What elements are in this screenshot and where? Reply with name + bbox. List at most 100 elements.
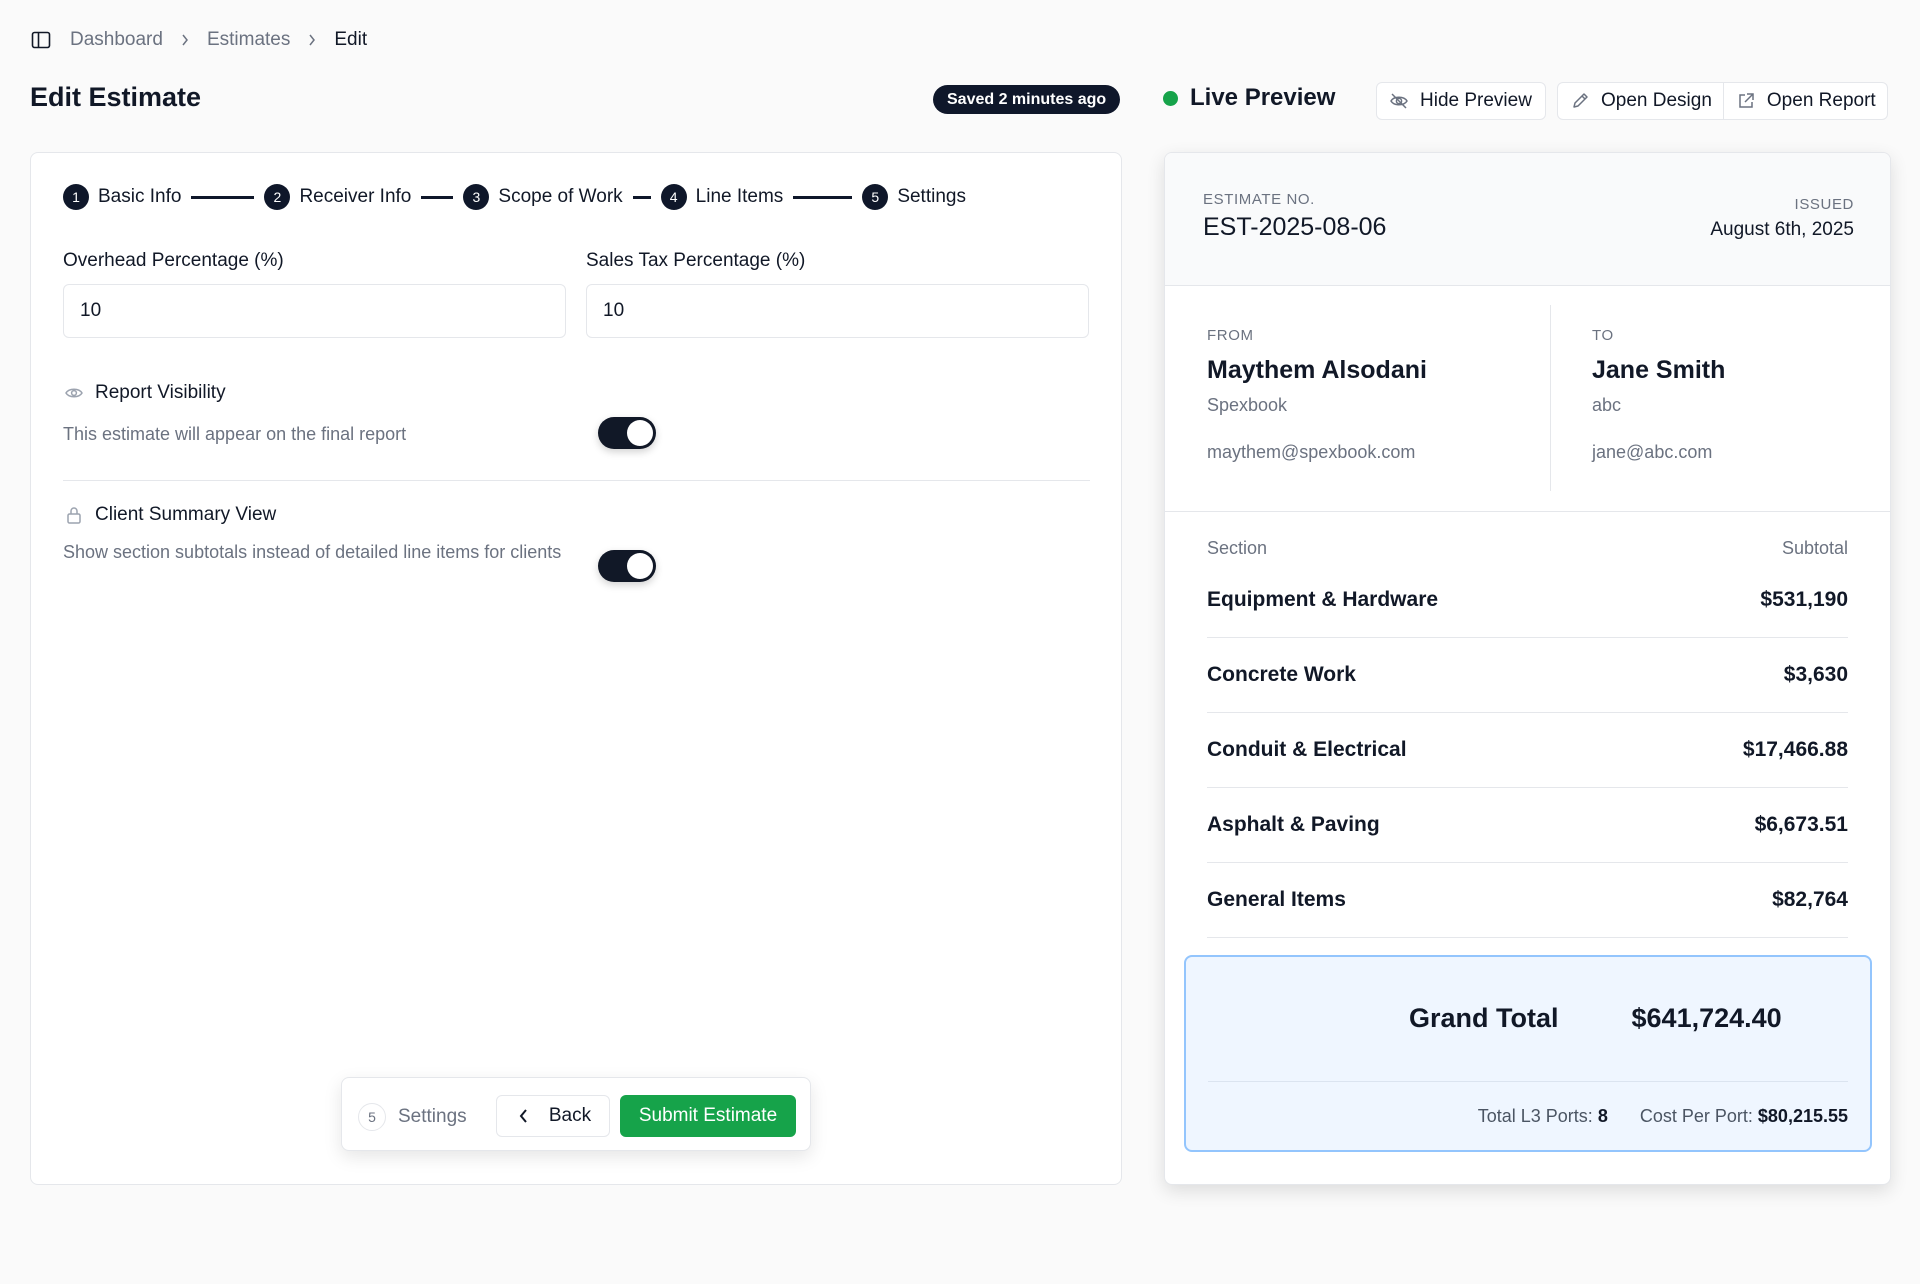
section-subtotal: $531,190 [1760, 588, 1848, 611]
estimate-form-card: 1 Basic Info 2 Receiver Info 3 Scope of … [30, 152, 1122, 1185]
step-number: 3 [463, 184, 490, 210]
table-row: Concrete Work $3,630 [1207, 638, 1848, 713]
to-label: TO [1592, 327, 1614, 344]
from-party: FROM Maythem Alsodani Spexbook maythem@s… [1207, 327, 1427, 463]
report-visibility-description: This estimate will appear on the final r… [63, 424, 407, 444]
section-name: General Items [1207, 888, 1346, 911]
section-name: Conduit & Electrical [1207, 738, 1407, 761]
toggle-knob [627, 553, 653, 579]
from-organization: Spexbook [1207, 395, 1288, 415]
eye-icon [63, 382, 85, 404]
step-settings[interactable]: 5 Settings [862, 184, 966, 210]
step-scope-of-work[interactable]: 3 Scope of Work [463, 184, 623, 210]
grand-total-meta: Total L3 Ports: 8 Cost Per Port: $80,215… [1478, 1106, 1848, 1127]
step-line-items[interactable]: 4 Line Items [660, 184, 784, 210]
cost-per-port-value: $80,215.55 [1757, 1106, 1848, 1126]
to-email: jane@abc.com [1592, 442, 1713, 462]
chevron-left-icon [515, 1107, 533, 1125]
current-step-indicator: 5 Settings [358, 1103, 467, 1131]
current-step-label: Settings [398, 1106, 467, 1127]
sidebar-toggle-icon[interactable] [30, 29, 52, 51]
open-design-button[interactable]: Open Design [1558, 83, 1723, 119]
from-email: maythem@spexbook.com [1207, 442, 1416, 462]
grand-total-divider [1208, 1081, 1848, 1082]
table-row: Asphalt & Paving $6,673.51 [1207, 788, 1848, 863]
back-button[interactable]: Back [496, 1095, 610, 1137]
top-bar: Dashboard Estimates Edit [0, 0, 1920, 80]
grand-total-label: Grand Total [1409, 1003, 1559, 1033]
step-connector [191, 195, 255, 199]
grand-total-line: Grand Total $641,724.40 [1409, 1003, 1782, 1034]
subtotal-column-header: Subtotal [1781, 538, 1848, 558]
step-number: 1 [63, 184, 89, 210]
preview-actions-group: Open Design Open Report [1557, 82, 1888, 120]
breadcrumb: Dashboard Estimates Edit [70, 29, 367, 51]
live-preview-label: Live Preview [1190, 84, 1336, 111]
back-label: Back [548, 1105, 592, 1126]
estimate-number-label: ESTIMATE NO. [1203, 191, 1315, 208]
issued-label: ISSUED [1794, 196, 1854, 213]
step-label: Line Items [695, 186, 784, 207]
client-summary-toggle[interactable] [598, 550, 656, 582]
step-label: Scope of Work [498, 186, 623, 207]
hide-preview-label: Hide Preview [1420, 90, 1532, 111]
overhead-percentage-input[interactable] [63, 284, 566, 338]
wizard-action-bar: 5 Settings Back Submit Estimate [341, 1077, 811, 1151]
client-summary-label: Client Summary View [95, 504, 277, 525]
submit-estimate-button[interactable]: Submit Estimate [620, 1095, 796, 1137]
step-receiver-info[interactable]: 2 Receiver Info [264, 184, 411, 210]
chevron-right-icon [163, 34, 207, 46]
sales-tax-percentage-input[interactable] [586, 284, 1089, 338]
section-name: Concrete Work [1207, 663, 1356, 686]
grand-total-box: Grand Total $641,724.40 Total L3 Ports: … [1184, 955, 1872, 1152]
header-divider [1165, 511, 1890, 512]
open-report-button[interactable]: Open Report [1722, 83, 1887, 119]
eye-off-icon [1388, 90, 1410, 112]
party-divider [1550, 305, 1551, 491]
to-party: TO Jane Smith abc jane@abc.com [1592, 327, 1725, 463]
external-link-icon [1735, 90, 1757, 112]
step-connector [632, 195, 651, 199]
issued-date: August 6th, 2025 [1710, 219, 1854, 240]
preview-header: ESTIMATE NO. EST-2025-08-06 ISSUED Augus… [1165, 153, 1890, 286]
cost-per-port-label: Cost Per Port: [1639, 1106, 1753, 1126]
sales-tax-percentage-label: Sales Tax Percentage (%) [586, 250, 806, 271]
pencil-icon [1569, 90, 1591, 112]
live-status-dot [1163, 90, 1178, 106]
chevron-right-icon [290, 34, 334, 46]
step-connector [421, 195, 454, 199]
lock-icon [63, 504, 85, 526]
breadcrumb-dashboard[interactable]: Dashboard [70, 29, 163, 51]
table-row: Equipment & Hardware $531,190 [1207, 563, 1848, 638]
overhead-percentage-label: Overhead Percentage (%) [63, 250, 284, 271]
step-basic-info[interactable]: 1 Basic Info [63, 184, 181, 210]
to-name: Jane Smith [1592, 356, 1726, 384]
section-name: Asphalt & Paving [1207, 813, 1380, 836]
total-ports-label: Total L3 Ports: [1477, 1106, 1593, 1126]
breadcrumb-estimates[interactable]: Estimates [207, 29, 290, 51]
section-subtotal: $17,466.88 [1742, 738, 1848, 761]
section-divider [63, 480, 1090, 481]
report-visibility-label: Report Visibility [95, 382, 226, 403]
estimate-preview-card: ESTIMATE NO. EST-2025-08-06 ISSUED Augus… [1164, 152, 1891, 1185]
saved-status-badge: Saved 2 minutes ago [933, 85, 1121, 114]
open-report-label: Open Report [1766, 90, 1876, 111]
live-preview-heading: Live Preview [1163, 84, 1335, 112]
stepper: 1 Basic Info 2 Receiver Info 3 Scope of … [63, 184, 966, 210]
from-name: Maythem Alsodani [1207, 356, 1427, 384]
section-column-header: Section [1207, 538, 1268, 558]
sections-table: Equipment & Hardware $531,190 Concrete W… [1207, 563, 1848, 938]
total-ports-value: 8 [1597, 1106, 1608, 1126]
section-subtotal: $3,630 [1783, 663, 1848, 686]
grand-total-value: $641,724.40 [1631, 1003, 1782, 1033]
current-step-number: 5 [358, 1103, 386, 1131]
step-label: Basic Info [98, 186, 182, 207]
hide-preview-button[interactable]: Hide Preview [1376, 82, 1546, 120]
step-number: 2 [264, 184, 291, 210]
step-number: 5 [862, 184, 889, 210]
page-title: Edit Estimate [30, 82, 202, 112]
report-visibility-toggle[interactable] [598, 417, 656, 449]
client-summary-title: Client Summary View [63, 504, 276, 526]
table-row: General Items $82,764 [1207, 863, 1848, 938]
step-connector [793, 195, 853, 199]
